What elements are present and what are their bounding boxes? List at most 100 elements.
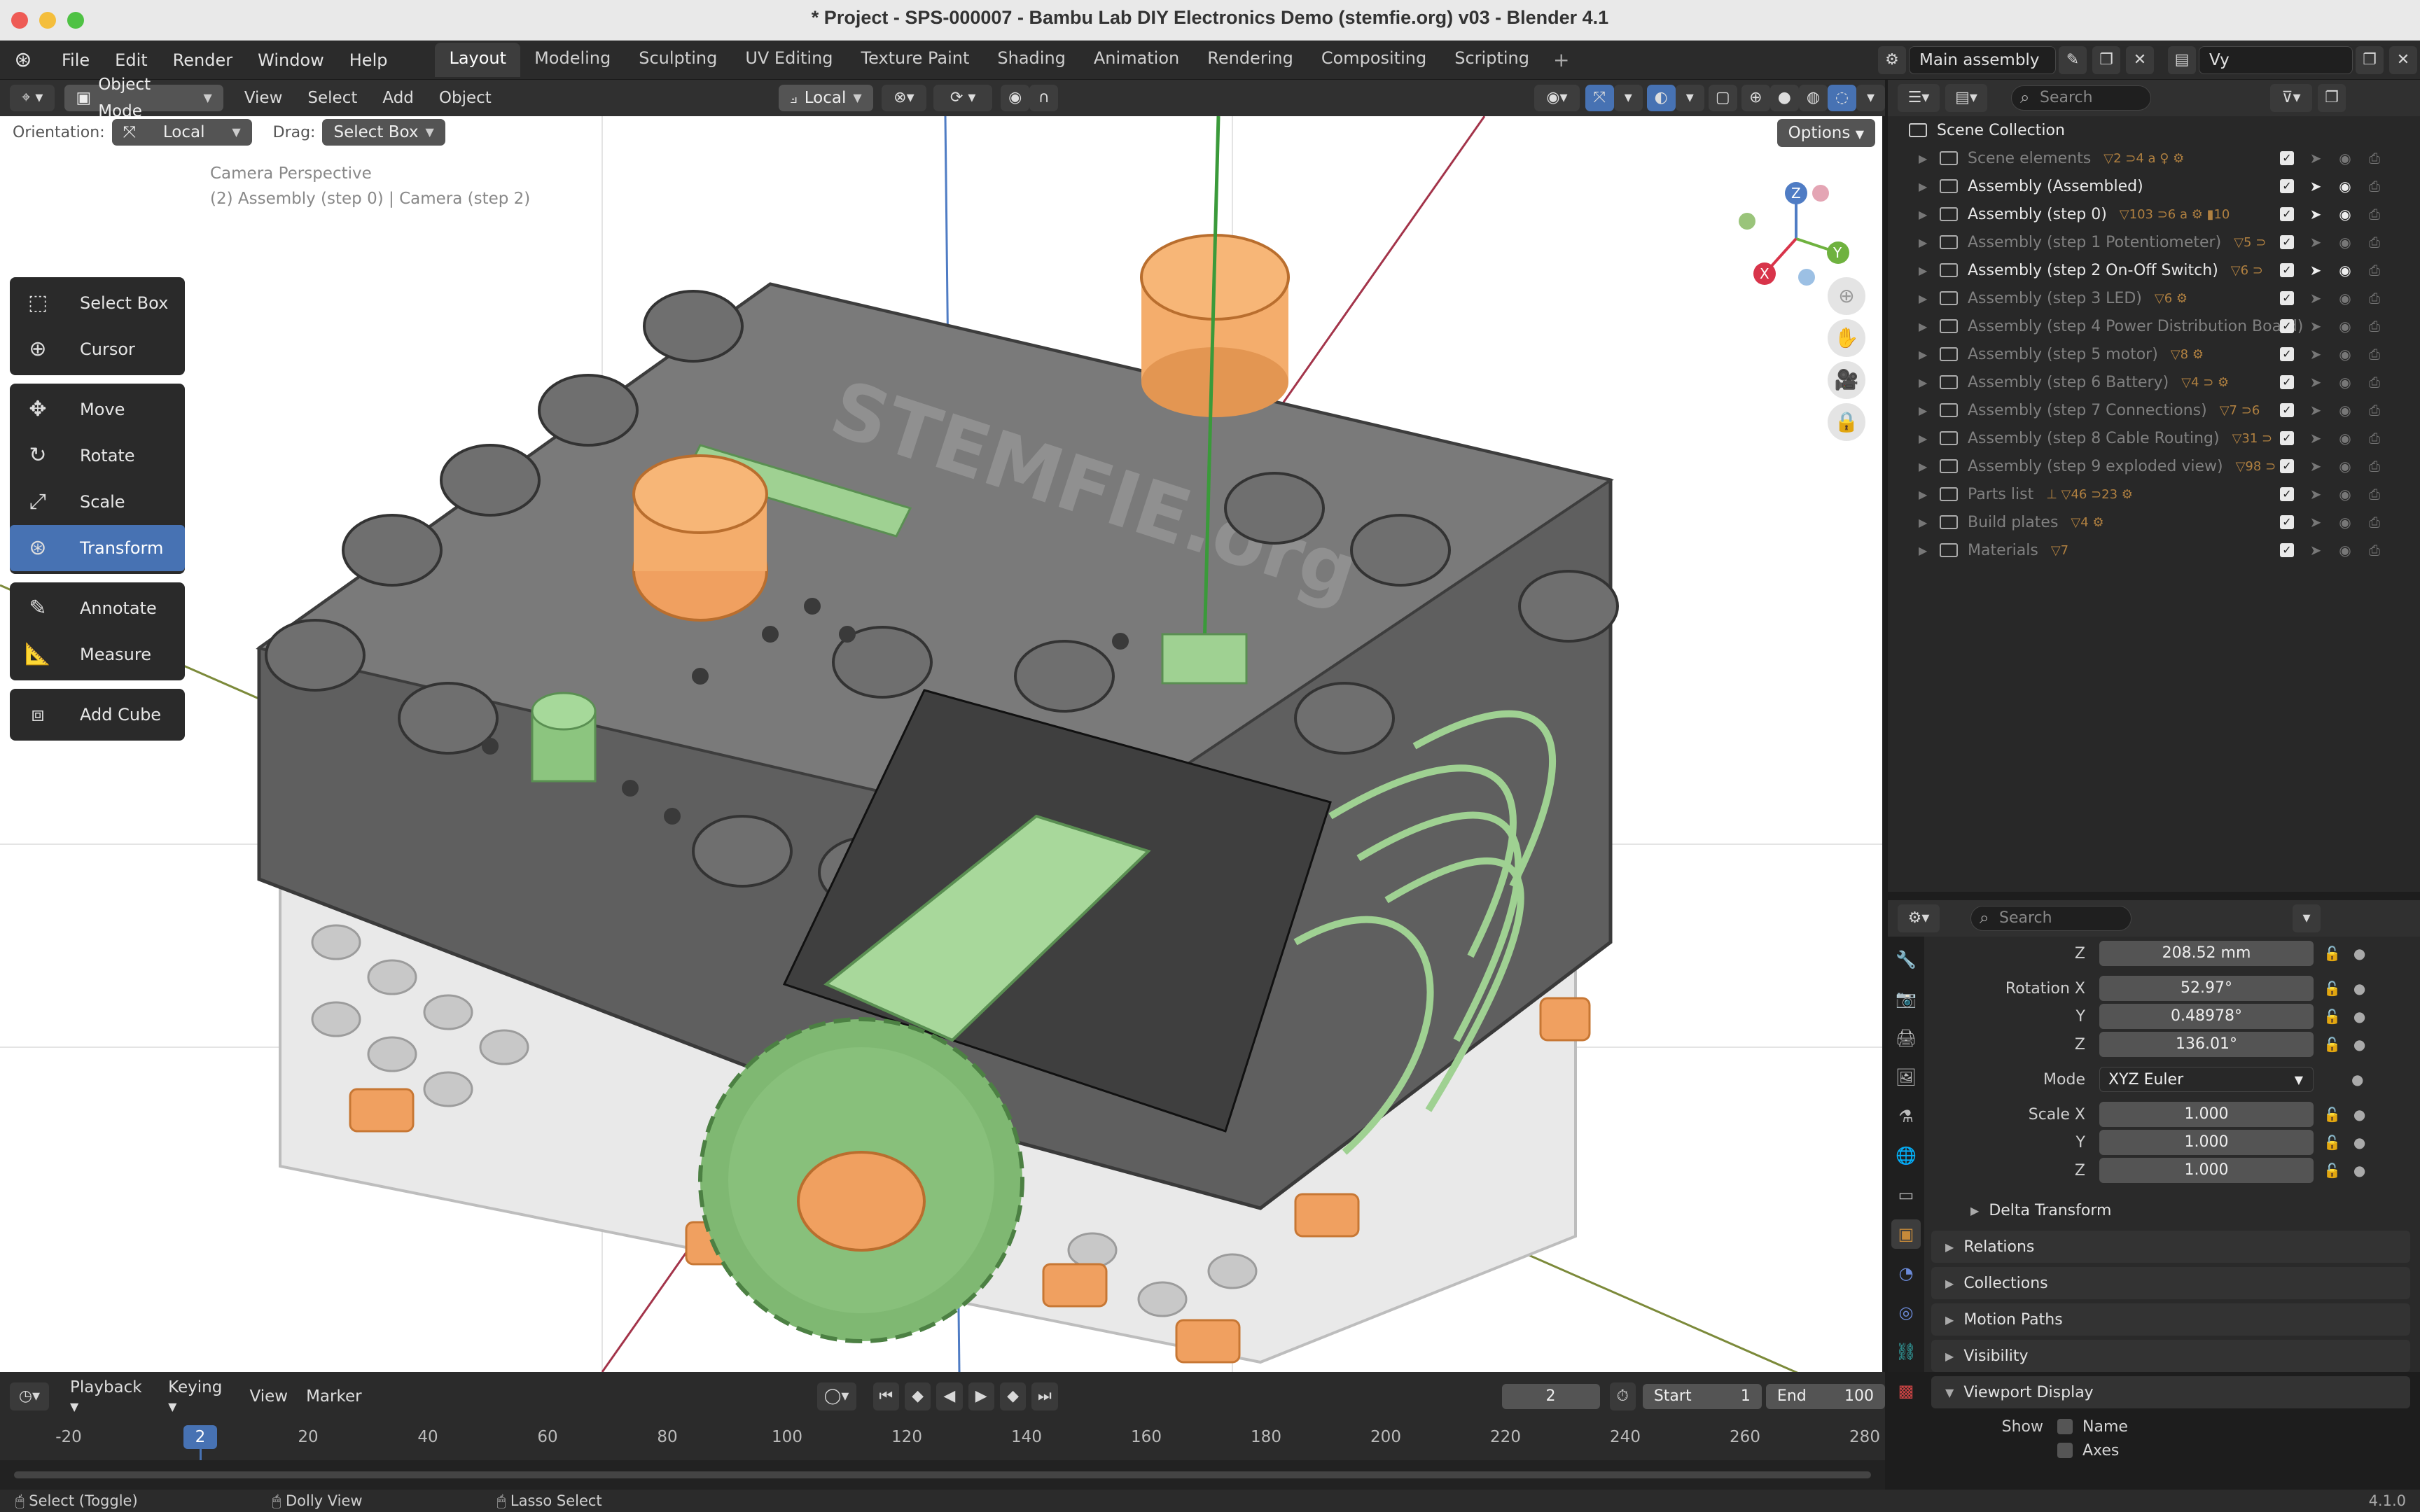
visibility-eye-icon[interactable]: ◉ <box>2337 150 2353 167</box>
visibility-eye-icon[interactable]: ◉ <box>2337 318 2353 335</box>
render-camera-icon[interactable]: ⎙ <box>2367 178 2382 195</box>
rotation-y-field[interactable]: 0.48978° <box>2099 1004 2314 1029</box>
display-mode-icon[interactable]: ▤▾ <box>1945 84 1987 112</box>
scene-collection-row[interactable]: Scene Collection <box>1888 116 2420 144</box>
gizmo-neg-x[interactable] <box>1812 185 1829 202</box>
pin-properties-icon[interactable]: ▾ <box>2293 904 2321 932</box>
expand-arrow-icon[interactable]: ▶ <box>1919 404 1934 417</box>
keyframe-dot-icon[interactable]: ● <box>2353 1106 2365 1123</box>
visibility-icon[interactable]: ◉▾ <box>1534 85 1580 111</box>
play-icon[interactable]: ▶ <box>968 1382 994 1410</box>
lock-icon[interactable]: 🔓 <box>2323 1162 2341 1179</box>
panel-viewport-display[interactable]: ▼ Viewport Display <box>1931 1376 2410 1408</box>
output-tab-icon[interactable]: 🖨 <box>1891 1023 1921 1053</box>
tab-compositing[interactable]: Compositing <box>1307 43 1440 77</box>
tool-rotate[interactable]: ↻ Rotate <box>10 433 185 479</box>
timeline-scrollbar[interactable] <box>14 1471 1871 1478</box>
tool-measure[interactable]: 📐 Measure <box>10 631 185 678</box>
panel-visibility[interactable]: ▶ Visibility <box>1931 1340 2410 1372</box>
scale-z-field[interactable]: 1.000 <box>2099 1158 2314 1183</box>
outliner-editor-type-icon[interactable]: ☰▾ <box>1898 84 1940 112</box>
lock-icon[interactable]: 🔓 <box>2323 1106 2341 1123</box>
shading-dropdown-icon[interactable]: ▾ <box>1856 85 1885 111</box>
show-name-checkbox[interactable] <box>2057 1419 2073 1434</box>
expand-arrow-icon[interactable]: ▶ <box>1919 376 1934 389</box>
options-dropdown[interactable]: Options ▼ <box>1776 119 1875 147</box>
play-reverse-icon[interactable]: ◀ <box>936 1382 963 1410</box>
auto-keying-icon[interactable]: ◯▾ <box>816 1382 856 1410</box>
keyframe-dot-icon[interactable]: ● <box>2353 980 2365 997</box>
outliner-row[interactable]: ▶ Scene elements ▽2 ⊃4 a ♀ ⚙ ✓ ➤ ◉ ⎙ <box>1888 144 2420 172</box>
exclude-checkbox[interactable]: ✓ <box>2280 543 2294 557</box>
view-layer-tab-icon[interactable]: 🖼 <box>1891 1063 1921 1092</box>
material-shading-icon[interactable]: ◍ <box>1798 85 1828 111</box>
mode-dropdown[interactable]: ▣ Object Mode ▼ <box>64 76 223 120</box>
exclude-checkbox[interactable]: ✓ <box>2280 459 2294 473</box>
preview-range-icon[interactable]: ⏱ <box>1609 1382 1636 1410</box>
drag-dropdown[interactable]: Select Box ▼ <box>322 119 445 146</box>
zoom-view-icon[interactable]: ⊕ <box>1828 277 1865 315</box>
exclude-checkbox[interactable]: ✓ <box>2280 235 2294 249</box>
gizmo-toggle-icon[interactable]: ⤧ <box>1585 85 1614 111</box>
keyframe-dot-icon[interactable]: ● <box>2353 1162 2365 1179</box>
jump-start-icon[interactable]: ⏮ <box>872 1382 899 1410</box>
outliner-row[interactable]: ▶ Assembly (step 3 LED) ▽6 ⚙ ✓ ➤ ◉ ⎙ <box>1888 284 2420 312</box>
jump-end-icon[interactable]: ⏭ <box>1031 1382 1058 1410</box>
tool-select-box[interactable]: ⬚ Select Box <box>10 280 185 326</box>
exclude-checkbox[interactable]: ✓ <box>2280 403 2294 417</box>
gizmo-neg-z[interactable] <box>1798 269 1815 286</box>
panel-motion-paths[interactable]: ▶ Motion Paths <box>1931 1303 2410 1336</box>
exclude-checkbox[interactable]: ✓ <box>2280 375 2294 389</box>
menu-view[interactable]: View <box>244 89 283 107</box>
current-frame-field[interactable]: 2 <box>1501 1384 1600 1409</box>
proportional-edit-icon[interactable]: ◉ <box>1001 85 1030 111</box>
outliner-row[interactable]: ▶ Assembly (Assembled) ✓ ➤ ◉ ⎙ <box>1888 172 2420 200</box>
pin-scene-icon[interactable]: ✎ <box>2059 46 2087 74</box>
visibility-eye-icon[interactable]: ◉ <box>2337 542 2353 559</box>
render-camera-icon[interactable]: ⎙ <box>2367 514 2382 531</box>
tool-annotate[interactable]: ✎ Annotate <box>10 585 185 631</box>
exclude-checkbox[interactable]: ✓ <box>2280 291 2294 305</box>
visibility-eye-icon[interactable]: ◉ <box>2337 374 2353 391</box>
physics-tab-icon[interactable]: ◎ <box>1891 1298 1921 1327</box>
selectable-cursor-icon[interactable]: ➤ <box>2308 318 2323 335</box>
lock-icon[interactable]: 🔓 <box>2323 1134 2341 1151</box>
selectable-cursor-icon[interactable]: ➤ <box>2308 178 2323 195</box>
selectable-cursor-icon[interactable]: ➤ <box>2308 262 2323 279</box>
expand-arrow-icon[interactable]: ▶ <box>1919 208 1934 221</box>
frame-ruler[interactable]: -20 2 20 40 60 80 100 120 140 160 180 200 220 240 260 2… <box>0 1421 1885 1491</box>
properties-editor-type-icon[interactable]: ⚙▾ <box>1898 904 1940 932</box>
object-tab-icon[interactable]: ▣ <box>1891 1219 1921 1249</box>
render-camera-icon[interactable]: ⎙ <box>2367 290 2382 307</box>
expand-arrow-icon[interactable]: ▶ <box>1919 432 1934 445</box>
expand-arrow-icon[interactable]: ▶ <box>1919 460 1934 473</box>
location-z-field[interactable]: 208.52 mm <box>2099 941 2314 966</box>
outliner-row[interactable]: ▶ Materials ▽7 ✓ ➤ ◉ ⎙ <box>1888 536 2420 564</box>
outliner-row[interactable]: ▶ Assembly (step 5 motor) ▽8 ⚙ ✓ ➤ ◉ ⎙ <box>1888 340 2420 368</box>
keyframe-dot-icon[interactable]: ● <box>2353 1036 2365 1053</box>
lock-icon[interactable]: 🔓 <box>2323 1036 2341 1053</box>
panel-collections[interactable]: ▶ Collections <box>1931 1267 2410 1299</box>
expand-arrow-icon[interactable]: ▶ <box>1919 180 1934 193</box>
render-camera-icon[interactable]: ⎙ <box>2367 150 2382 167</box>
tab-sculpting[interactable]: Sculpting <box>625 43 731 77</box>
rotation-z-field[interactable]: 136.01° <box>2099 1032 2314 1057</box>
outliner-row[interactable]: ▶ Build plates ▽4 ⚙ ✓ ➤ ◉ ⎙ <box>1888 508 2420 536</box>
scene-name-field[interactable]: Main assembly ... <box>1909 46 2056 96</box>
keyframe-dot-icon[interactable]: ● <box>2351 1071 2363 1088</box>
start-frame-field[interactable]: Start 1 <box>1642 1384 1762 1409</box>
exclude-checkbox[interactable]: ✓ <box>2280 319 2294 333</box>
visibility-eye-icon[interactable]: ◉ <box>2337 402 2353 419</box>
tool-cursor[interactable]: ⊕ Cursor <box>10 326 185 372</box>
overlay-toggle-icon[interactable]: ◐ <box>1646 85 1676 111</box>
selectable-cursor-icon[interactable]: ➤ <box>2308 542 2323 559</box>
tab-texture-paint[interactable]: Texture Paint <box>847 43 984 77</box>
outliner-row[interactable]: ▶ Parts list ⊥ ▽46 ⊃23 ⚙ ✓ ➤ ◉ ⎙ <box>1888 480 2420 508</box>
lock-icon[interactable]: 🔓 <box>2323 945 2341 962</box>
outliner-row[interactable]: ▶ Assembly (step 4 Power Distribution Boa… <box>1888 312 2420 340</box>
gizmo-neg-y[interactable] <box>1739 213 1755 230</box>
outliner-row[interactable]: ▶ Assembly (step 0) ▽103 ⊃6 a ⚙ ▮10 ✓ ➤ ◉ ⎙ <box>1888 200 2420 228</box>
render-camera-icon[interactable]: ⎙ <box>2367 486 2382 503</box>
panel-relations[interactable]: ▶ Relations <box>1931 1231 2410 1263</box>
new-collection-icon[interactable]: ❐ <box>2318 84 2346 112</box>
